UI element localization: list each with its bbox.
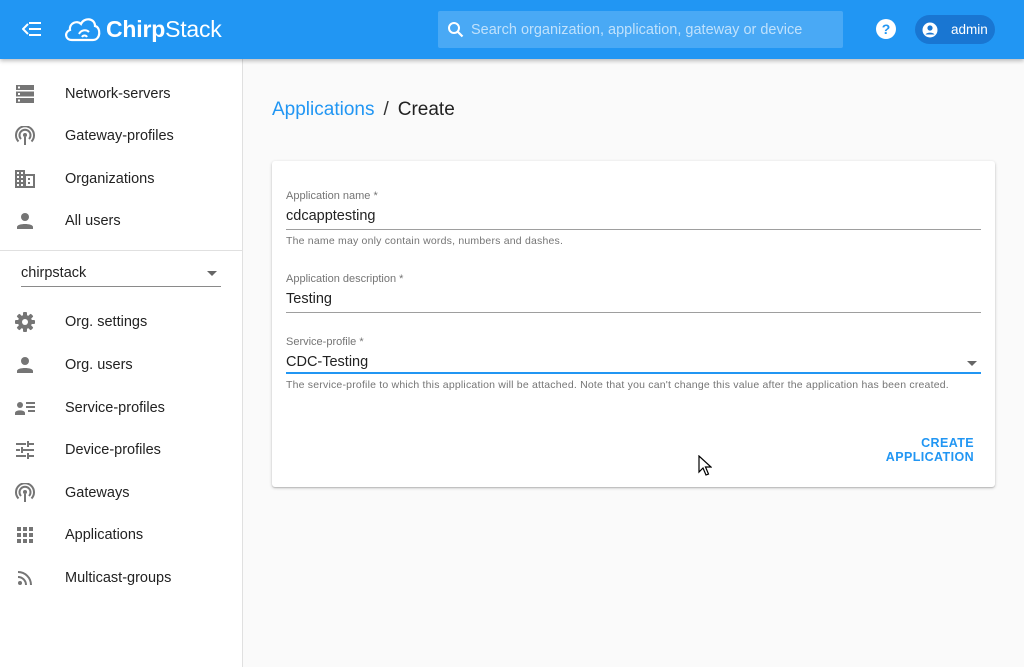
help-icon[interactable]: ? bbox=[876, 19, 896, 39]
service-profile-value: CDC-Testing bbox=[286, 354, 369, 370]
mouse-cursor-icon bbox=[698, 455, 712, 476]
chevron-down-icon bbox=[967, 361, 977, 366]
sidebar-item-label: Service-profiles bbox=[65, 400, 165, 416]
search-icon bbox=[445, 20, 465, 40]
cloud-logo-icon bbox=[65, 18, 101, 42]
sidebar-item-gateway-profiles[interactable]: Gateway-profiles bbox=[0, 115, 242, 157]
application-description-label: Application description * bbox=[286, 273, 404, 285]
rss-icon bbox=[15, 568, 35, 588]
menu-open-icon bbox=[22, 22, 41, 36]
person-icon bbox=[15, 211, 35, 231]
breadcrumb-separator: / bbox=[383, 99, 389, 120]
organization-select[interactable]: chirpstack bbox=[21, 262, 221, 287]
application-description-input[interactable] bbox=[286, 285, 981, 313]
sidebar-item-org-settings[interactable]: Org. settings bbox=[0, 301, 242, 343]
sidebar: Network-servers Gateway-profiles Organiz… bbox=[0, 59, 243, 667]
sidebar-item-label: Org. settings bbox=[65, 314, 148, 330]
sidebar-item-service-profiles[interactable]: Service-profiles bbox=[0, 387, 242, 429]
create-application-button[interactable]: CREATE APPLICATION bbox=[831, 436, 981, 464]
sidebar-item-gateways[interactable]: Gateways bbox=[0, 472, 242, 514]
sidebar-item-label: Gateways bbox=[65, 485, 130, 501]
application-name-label: Application name * bbox=[286, 190, 378, 202]
organization-select-value: chirpstack bbox=[21, 265, 87, 281]
sidebar-item-applications[interactable]: Applications bbox=[0, 514, 242, 556]
building-icon bbox=[15, 169, 35, 189]
broadcast-tower-icon bbox=[15, 483, 35, 503]
sidebar-item-label: Gateway-profiles bbox=[65, 128, 174, 144]
gear-icon bbox=[15, 312, 35, 332]
account-circle-icon bbox=[922, 22, 938, 37]
logo-text: ChirpStack bbox=[106, 15, 222, 42]
service-profile-field: Service-profile * CDC-Testing The servic… bbox=[286, 336, 981, 391]
sidebar-item-label: All users bbox=[65, 213, 121, 229]
service-profile-label: Service-profile * bbox=[286, 336, 364, 348]
person-icon bbox=[15, 355, 35, 375]
user-name: admin bbox=[951, 22, 988, 37]
sidebar-item-multicast-groups[interactable]: Multicast-groups bbox=[0, 557, 242, 599]
tune-icon bbox=[15, 440, 35, 460]
breadcrumb-applications-link[interactable]: Applications bbox=[272, 99, 374, 121]
service-profile-help: The service-profile to which this applic… bbox=[286, 379, 949, 391]
sidebar-item-label: Org. users bbox=[65, 357, 133, 373]
sidebar-item-org-users[interactable]: Org. users bbox=[0, 344, 242, 386]
sidebar-item-device-profiles[interactable]: Device-profiles bbox=[0, 429, 242, 471]
sidebar-item-organizations[interactable]: Organizations bbox=[0, 158, 242, 200]
server-icon bbox=[15, 84, 35, 104]
sidebar-item-label: Applications bbox=[65, 527, 144, 543]
app-header: ChirpStack ? admin bbox=[0, 0, 1024, 59]
sidebar-item-label: Device-profiles bbox=[65, 442, 161, 458]
chevron-down-icon bbox=[207, 271, 217, 276]
application-name-input[interactable] bbox=[286, 202, 981, 230]
application-name-help: The name may only contain words, numbers… bbox=[286, 235, 564, 247]
user-menu-button[interactable]: admin bbox=[915, 15, 995, 44]
application-description-field: Application description * bbox=[286, 273, 981, 313]
broadcast-tower-icon bbox=[15, 126, 35, 146]
sidebar-item-all-users[interactable]: All users bbox=[0, 200, 242, 242]
apps-grid-icon bbox=[15, 525, 35, 545]
chirpstack-logo[interactable]: ChirpStack bbox=[62, 12, 222, 46]
search-input[interactable] bbox=[471, 21, 831, 38]
sidebar-item-label: Multicast-groups bbox=[65, 570, 172, 586]
breadcrumb-current: Create bbox=[397, 99, 455, 120]
search-bar[interactable] bbox=[438, 11, 843, 48]
sidebar-item-label: Network-servers bbox=[65, 86, 171, 102]
sidebar-item-label: Organizations bbox=[65, 171, 155, 187]
service-profile-select[interactable]: CDC-Testing bbox=[286, 348, 981, 374]
breadcrumb: Applications / Create bbox=[272, 99, 455, 121]
collapse-menu-button[interactable] bbox=[20, 17, 44, 41]
application-name-field: Application name * The name may only con… bbox=[286, 190, 981, 247]
create-application-form: Application name * The name may only con… bbox=[272, 161, 995, 487]
sidebar-divider bbox=[0, 250, 242, 251]
account-details-icon bbox=[15, 398, 35, 418]
sidebar-item-network-servers[interactable]: Network-servers bbox=[0, 73, 242, 115]
